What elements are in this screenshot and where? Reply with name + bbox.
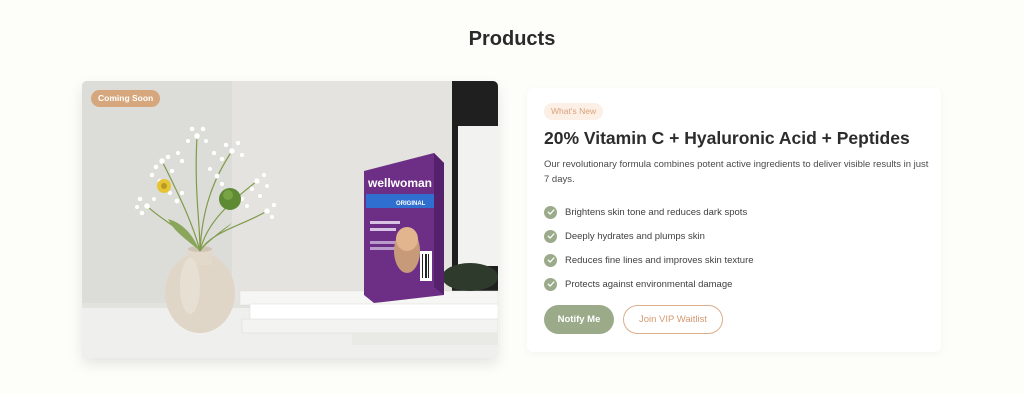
check-icon bbox=[544, 205, 557, 219]
feature-text: Reduces fine lines and improves skin tex… bbox=[565, 254, 754, 266]
feature-list: Brightens skin tone and reduces dark spo… bbox=[544, 200, 754, 296]
join-vip-waitlist-button[interactable]: Join VIP Waitlist bbox=[623, 305, 723, 334]
feature-text: Protects against environmental damage bbox=[565, 278, 733, 290]
notify-me-button[interactable]: Notify Me bbox=[544, 305, 614, 334]
section-title: Products bbox=[468, 28, 556, 50]
box-subtitle-label: ORIGINAL bbox=[396, 201, 426, 207]
feature-item: Protects against environmental damage bbox=[544, 272, 754, 296]
product-description: Our revolutionary formula combines poten… bbox=[544, 159, 929, 185]
feature-text: Deeply hydrates and plumps skin bbox=[565, 230, 705, 242]
check-icon bbox=[544, 229, 557, 243]
feature-text: Brightens skin tone and reduces dark spo… bbox=[565, 206, 748, 218]
feature-item: Brightens skin tone and reduces dark spo… bbox=[544, 200, 754, 224]
whats-new-tag: What's New bbox=[544, 103, 604, 120]
products-page: Products wellwoman ORIGINAL Coming Soon … bbox=[0, 0, 1024, 394]
feature-item: Reduces fine lines and improves skin tex… bbox=[544, 248, 754, 272]
feature-item: Deeply hydrates and plumps skin bbox=[544, 224, 754, 248]
check-icon bbox=[544, 253, 557, 267]
check-icon bbox=[544, 277, 557, 291]
product-info-card: What's New 20% Vitamin C + Hyaluronic Ac… bbox=[527, 88, 941, 352]
product-image-card: wellwoman ORIGINAL Coming Soon bbox=[82, 81, 498, 358]
coming-soon-badge: Coming Soon bbox=[91, 90, 161, 107]
product-title: 20% Vitamin C + Hyaluronic Acid + Peptid… bbox=[544, 128, 910, 148]
product-box: wellwoman ORIGINAL bbox=[364, 153, 444, 303]
box-brand-label: wellwoman bbox=[367, 176, 432, 190]
product-photo: wellwoman ORIGINAL bbox=[82, 81, 498, 358]
